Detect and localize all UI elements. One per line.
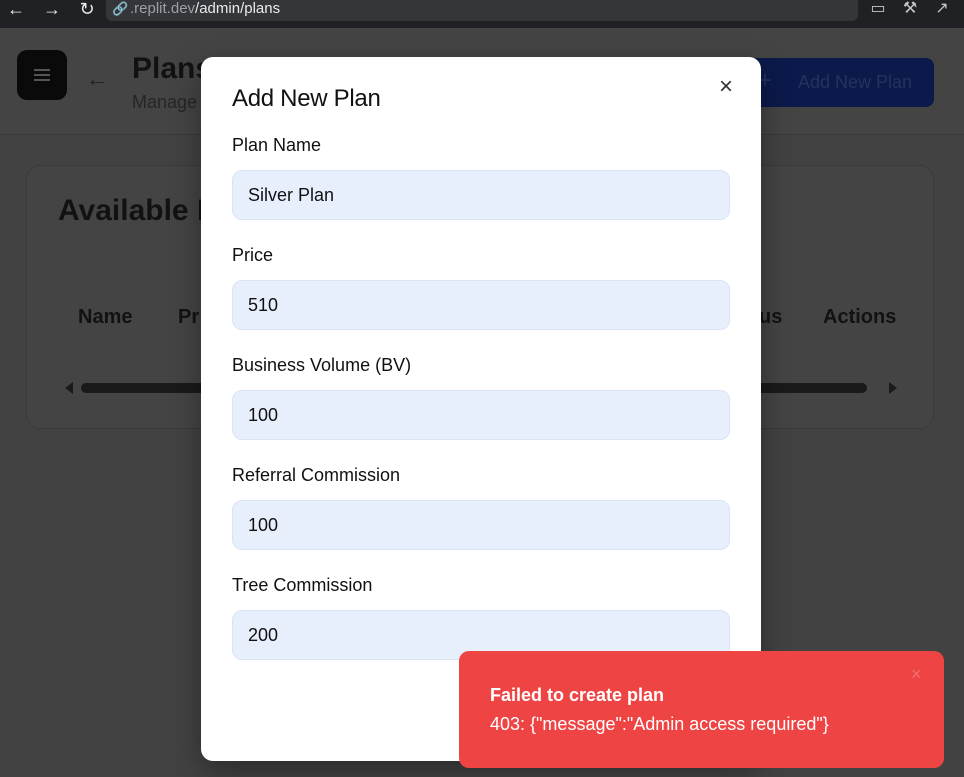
address-bar[interactable]: 🔗 .replit.dev/admin/plans <box>106 0 858 21</box>
column-header-name: Name <box>78 306 133 328</box>
cast-icon[interactable]: ▭ <box>867 0 889 20</box>
toast-title: Failed to create plan <box>490 685 665 705</box>
back-arrow-icon[interactable]: ← <box>86 68 108 90</box>
column-header-price: Pr <box>178 306 200 328</box>
hamburger-line <box>34 79 50 81</box>
add-new-plan-button[interactable]: + Add New Plan <box>740 58 934 107</box>
price-label: Price <box>232 245 274 265</box>
dialog-title: Add New Plan <box>232 85 381 112</box>
link-icon: 🔗 <box>112 1 129 16</box>
plan-name-label: Plan Name <box>232 135 322 155</box>
business-volume-input[interactable] <box>232 390 730 440</box>
referral-commission-label: Referral Commission <box>232 465 401 485</box>
open-external-icon[interactable]: ↗ <box>931 0 953 20</box>
price-input[interactable] <box>232 280 730 330</box>
add-new-plan-label: Add New Plan <box>798 72 913 92</box>
tree-commission-label: Tree Commission <box>232 575 373 595</box>
referral-commission-input[interactable] <box>232 500 730 550</box>
close-icon[interactable]: × <box>719 75 733 99</box>
hamburger-line <box>34 74 50 76</box>
card-title: Available P <box>58 194 217 227</box>
error-toast: × Failed to create plan 403: {"message":… <box>459 651 944 768</box>
reload-icon[interactable]: ↻ <box>75 0 99 20</box>
wrench-icon[interactable]: ⚒ <box>899 0 921 20</box>
menu-button[interactable] <box>17 50 67 100</box>
scroll-right-arrow-icon[interactable] <box>889 382 897 394</box>
column-header-actions: Actions <box>823 306 897 328</box>
toast-message: 403: {"message":"Admin access required"} <box>490 714 829 734</box>
hamburger-icon <box>34 69 50 71</box>
back-arrow-icon[interactable]: ← <box>4 0 28 20</box>
business-volume-label: Business Volume (BV) <box>232 355 412 375</box>
scroll-left-arrow-icon[interactable] <box>65 382 73 394</box>
browser-toolbar: ← → ↻ 🔗 .replit.dev/admin/plans ▭ ⚒ ↗ <box>0 0 964 28</box>
toast-close-icon[interactable]: × <box>911 665 922 683</box>
forward-arrow-icon[interactable]: → <box>40 0 64 20</box>
column-header-status: us <box>759 306 783 328</box>
plan-name-input[interactable] <box>232 170 730 220</box>
page-subtitle: Manage <box>132 92 198 112</box>
url-text: .replit.dev/admin/plans <box>130 0 281 17</box>
